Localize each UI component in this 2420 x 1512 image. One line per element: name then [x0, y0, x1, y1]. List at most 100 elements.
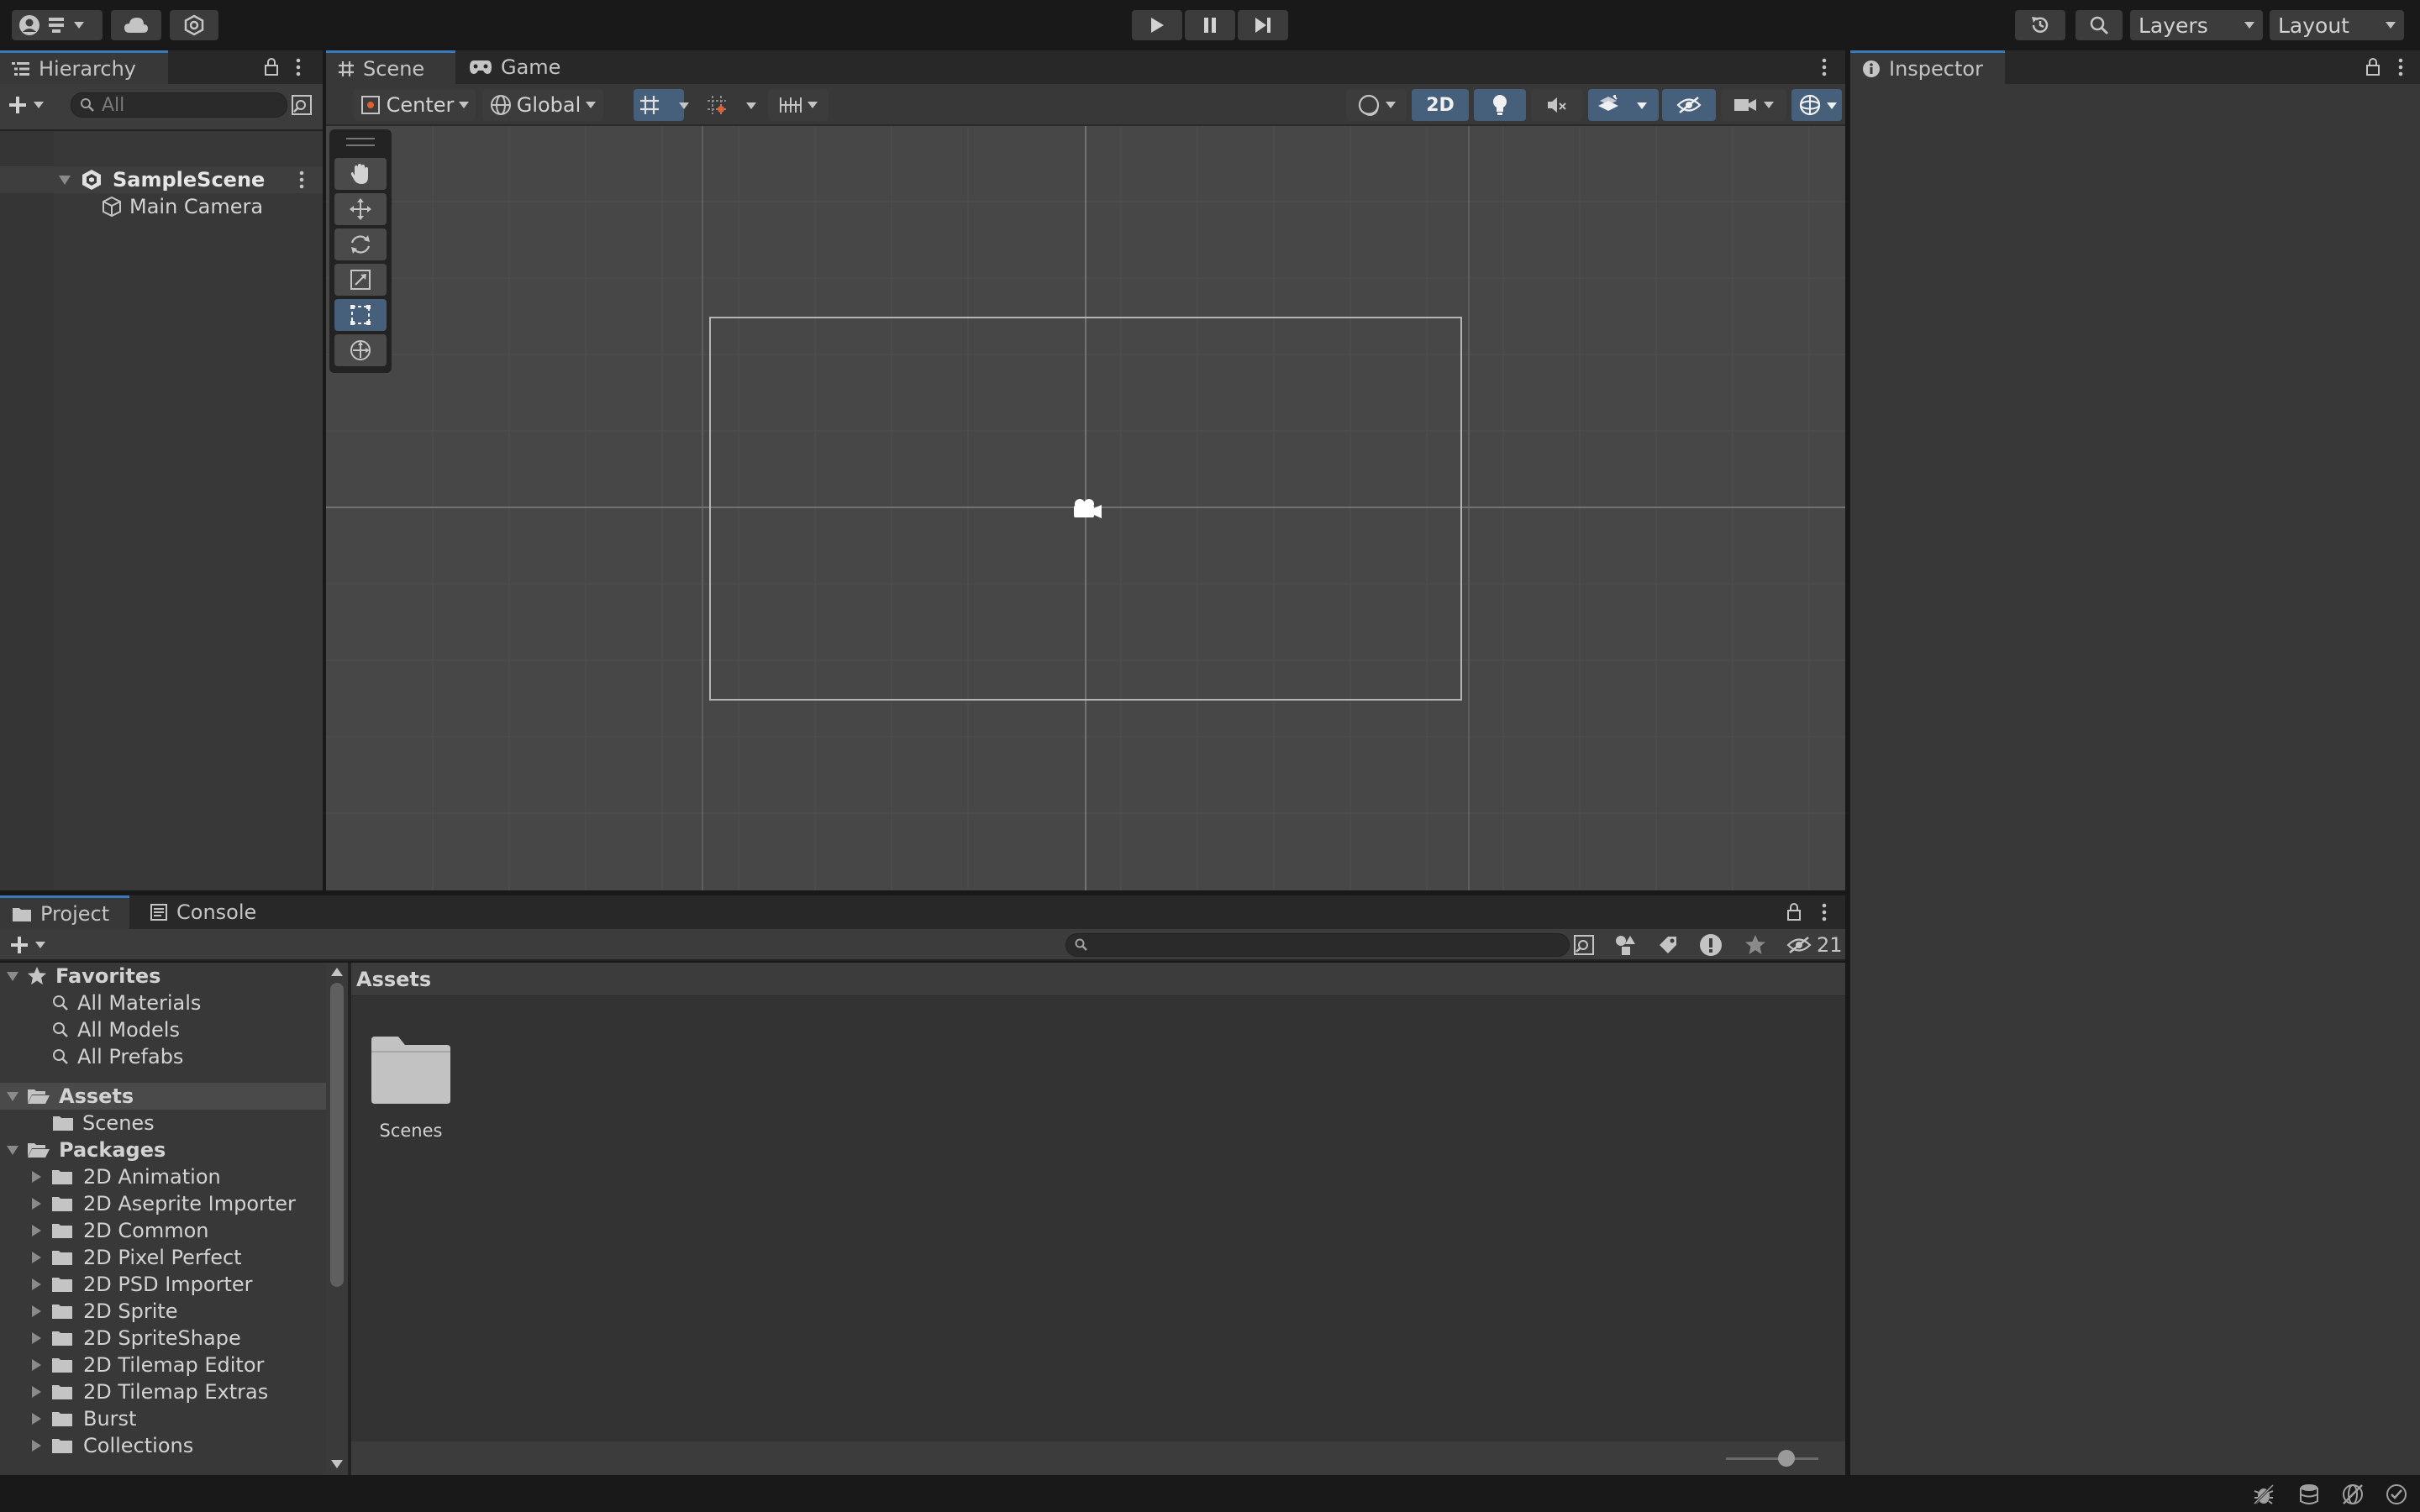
tab-project[interactable]: Project	[0, 895, 129, 929]
expand-arrow-icon[interactable]	[32, 1440, 41, 1452]
expand-arrow-icon[interactable]	[32, 1413, 41, 1425]
undo-history-button[interactable]	[2015, 10, 2065, 40]
layout-dropdown[interactable]: Layout	[2270, 10, 2404, 40]
packages-folder-row[interactable]: Packages	[0, 1137, 326, 1163]
scene-row[interactable]: SampleScene	[0, 166, 323, 193]
chevron-down-icon[interactable]	[1637, 102, 1647, 109]
lock-icon[interactable]	[2365, 57, 2381, 77]
expand-arrow-icon[interactable]	[7, 1091, 18, 1101]
package-item[interactable]: Burst	[32, 1405, 136, 1432]
debug-bug-icon[interactable]	[2252, 1483, 2275, 1506]
scale-tool-button[interactable]	[334, 264, 387, 296]
draw-mode-dropdown[interactable]	[1346, 89, 1407, 121]
scene-viewport[interactable]	[326, 126, 1845, 890]
expand-arrow-icon[interactable]	[32, 1171, 41, 1183]
zoom-slider-thumb[interactable]	[1778, 1450, 1795, 1467]
status-check-icon[interactable]	[2385, 1483, 2408, 1506]
package-item[interactable]: 2D SpriteShape	[32, 1325, 241, 1352]
expand-arrow-icon[interactable]	[59, 175, 71, 185]
gameobject-row[interactable]: Main Camera	[101, 193, 263, 220]
camera-settings-dropdown[interactable]	[1721, 89, 1786, 121]
favorites-header[interactable]: Favorites	[0, 963, 326, 990]
chevron-down-icon[interactable]	[679, 102, 689, 109]
project-search[interactable]	[1065, 933, 1570, 957]
tab-game[interactable]: Game	[457, 50, 583, 84]
grid-visibility-button[interactable]	[634, 89, 684, 121]
hand-tool-button[interactable]	[334, 158, 387, 190]
folder-tree-scrollbar[interactable]	[326, 963, 348, 1475]
main-camera-gizmo[interactable]	[1070, 496, 1103, 521]
services-button[interactable]	[170, 10, 218, 40]
search-mode-icon[interactable]	[291, 94, 313, 116]
scroll-up-arrow-icon[interactable]	[331, 968, 343, 976]
expand-arrow-icon[interactable]	[32, 1198, 41, 1210]
tab-scene[interactable]: Scene	[326, 50, 455, 84]
log-types-icon[interactable]	[1699, 933, 1723, 957]
step-button[interactable]	[1238, 10, 1288, 40]
layers-dropdown[interactable]: Layers	[2130, 10, 2263, 40]
zoom-slider[interactable]	[1726, 1450, 1818, 1467]
assets-folder-row[interactable]: Assets	[0, 1083, 326, 1110]
expand-arrow-icon[interactable]	[32, 1386, 41, 1398]
hidden-packages-toggle[interactable]: 21	[1786, 932, 1843, 958]
effects-toggle[interactable]	[1588, 89, 1659, 121]
chevron-down-icon[interactable]	[1827, 102, 1837, 109]
more-options-icon[interactable]	[1820, 57, 1828, 77]
favorites-item[interactable]: All Models	[52, 1016, 180, 1043]
network-disabled-icon[interactable]	[2341, 1483, 2365, 1506]
expand-arrow-icon[interactable]	[32, 1225, 41, 1236]
lighting-toggle[interactable]	[1474, 89, 1526, 121]
scroll-down-arrow-icon[interactable]	[331, 1460, 343, 1468]
expand-arrow-icon[interactable]	[7, 1145, 18, 1155]
move-tool-button[interactable]	[334, 193, 387, 225]
tab-hierarchy[interactable]: Hierarchy	[0, 50, 168, 84]
breadcrumb-item[interactable]: Assets	[356, 968, 431, 991]
rect-tool-button[interactable]	[334, 299, 387, 331]
lock-icon[interactable]	[1786, 902, 1802, 922]
lock-icon[interactable]	[263, 57, 280, 77]
hierarchy-search[interactable]: All	[71, 92, 287, 118]
package-item[interactable]: 2D Aseprite Importer	[32, 1190, 296, 1217]
more-options-icon[interactable]	[2396, 57, 2405, 77]
audio-toggle[interactable]	[1531, 89, 1583, 121]
create-button[interactable]	[8, 92, 50, 118]
package-item[interactable]: Collections	[32, 1432, 193, 1459]
search-by-type-icon[interactable]	[1613, 934, 1637, 956]
package-item[interactable]: 2D Animation	[32, 1163, 221, 1190]
create-button[interactable]	[10, 934, 52, 956]
more-options-icon[interactable]	[294, 57, 302, 77]
increment-snap-dropdown[interactable]	[768, 89, 829, 121]
favorites-item[interactable]: All Prefabs	[52, 1043, 183, 1070]
expand-arrow-icon[interactable]	[32, 1252, 41, 1263]
overlay-drag-handle[interactable]	[346, 138, 375, 146]
more-options-icon[interactable]	[1820, 902, 1828, 922]
play-button[interactable]	[1132, 10, 1182, 40]
package-item[interactable]: 2D Sprite	[32, 1298, 178, 1325]
2d-mode-toggle[interactable]: 2D	[1412, 89, 1469, 121]
account-button[interactable]	[12, 10, 103, 40]
search-mode-icon[interactable]	[1573, 934, 1595, 956]
expand-arrow-icon[interactable]	[32, 1332, 41, 1344]
package-item[interactable]: 2D Pixel Perfect	[32, 1244, 242, 1271]
transform-tool-button[interactable]	[334, 334, 387, 366]
pivot-rotation-dropdown[interactable]: Global	[482, 89, 603, 121]
pivot-mode-dropdown[interactable]: Center	[353, 89, 476, 121]
expand-arrow-icon[interactable]	[32, 1278, 41, 1290]
tab-inspector[interactable]: Inspector	[1850, 50, 2005, 84]
chevron-down-icon[interactable]	[746, 102, 756, 109]
asset-tile[interactable]: Scenes	[368, 1035, 454, 1152]
expand-arrow-icon[interactable]	[32, 1305, 41, 1317]
scene-visibility-toggle[interactable]	[1662, 89, 1716, 121]
tab-console[interactable]: Console	[138, 895, 272, 929]
package-item[interactable]: 2D Common	[32, 1217, 208, 1244]
package-item[interactable]: 2D PSD Importer	[32, 1271, 252, 1298]
package-item[interactable]: 2D Tilemap Editor	[32, 1352, 264, 1378]
expand-arrow-icon[interactable]	[32, 1359, 41, 1371]
star-icon[interactable]	[1744, 934, 1766, 956]
rotate-tool-button[interactable]	[334, 228, 387, 260]
folder-item[interactable]: Scenes	[52, 1110, 155, 1137]
favorites-item[interactable]: All Materials	[52, 990, 201, 1016]
label-tag-icon[interactable]	[1657, 934, 1679, 956]
package-item[interactable]: 2D Tilemap Extras	[32, 1378, 268, 1405]
expand-arrow-icon[interactable]	[7, 971, 18, 981]
